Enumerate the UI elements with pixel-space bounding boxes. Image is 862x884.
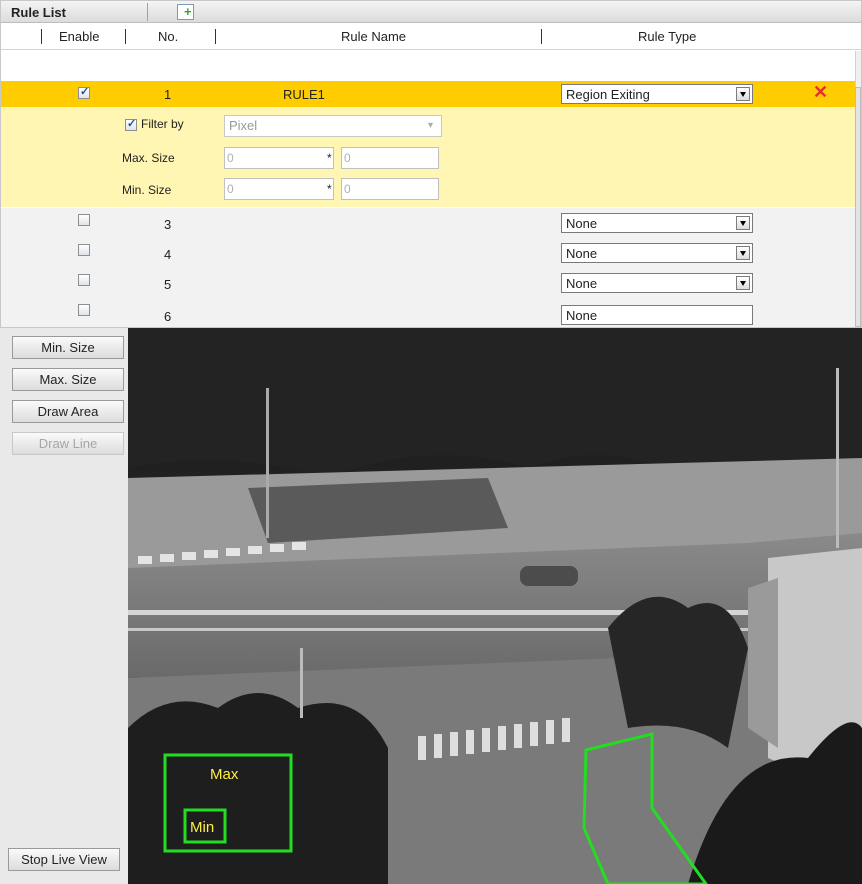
rule-type-value: None: [566, 276, 598, 291]
filter-unit-value: Pixel: [229, 118, 258, 133]
column-divider: [125, 29, 126, 44]
max-size-label: Max: [210, 766, 239, 783]
enable-checkbox[interactable]: [78, 244, 90, 256]
min-width-input[interactable]: 0: [224, 178, 334, 200]
live-video-view[interactable]: Max Min: [128, 328, 862, 884]
rule-type-value: None: [566, 216, 598, 231]
table-row[interactable]: 3 None: [1, 208, 857, 238]
chevron-down-icon[interactable]: [736, 276, 750, 290]
max-size-button[interactable]: Max. Size: [12, 368, 124, 391]
filter-settings: Filter by Pixel ▾ Max. Size 0 * 0 Min. S…: [1, 107, 857, 207]
min-height-input[interactable]: 0: [341, 178, 439, 200]
column-divider: [41, 29, 42, 44]
draw-toolbar: Min. Size Max. Size Draw Area Draw Line …: [0, 328, 128, 884]
rule-type-value: None: [566, 246, 598, 261]
column-divider: [215, 29, 216, 44]
enable-checkbox[interactable]: [78, 274, 90, 286]
panel-title: Rule List: [11, 5, 66, 20]
rule-type-select[interactable]: None: [561, 305, 753, 325]
rule-type-select[interactable]: Region Exiting: [561, 84, 753, 104]
rule-type-value: None: [566, 308, 598, 323]
tab-divider: [147, 3, 148, 21]
tab-bar: Rule List +: [1, 1, 861, 23]
chevron-down-icon[interactable]: ▾: [428, 120, 433, 131]
chevron-down-icon[interactable]: [736, 246, 750, 260]
rule-type-select[interactable]: None: [561, 243, 753, 263]
min-size-label: Min. Size: [122, 183, 172, 197]
camera-feed-image: Max Min: [128, 328, 862, 884]
draw-area-button[interactable]: Draw Area: [12, 400, 124, 423]
add-rule-icon[interactable]: +: [177, 4, 194, 20]
delete-x-icon[interactable]: ✕: [813, 82, 828, 103]
table-header: Enable No. Rule Name Rule Type: [1, 23, 861, 50]
column-rule-type: Rule Type: [638, 29, 697, 44]
rule-number: 6: [164, 309, 172, 324]
rule-type-value: Region Exiting: [566, 87, 650, 102]
rule-type-select[interactable]: None: [561, 213, 753, 233]
filter-unit-select[interactable]: Pixel ▾: [224, 115, 442, 137]
table-row[interactable]: 5 None: [1, 268, 857, 298]
draw-line-button[interactable]: Draw Line: [12, 432, 124, 455]
min-size-label: Min: [190, 819, 214, 836]
enable-checkbox[interactable]: [78, 85, 90, 99]
column-no: No.: [158, 29, 179, 44]
table-row[interactable]: 6 None: [1, 298, 857, 327]
max-height-input[interactable]: 0: [341, 147, 439, 169]
min-size-button[interactable]: Min. Size: [12, 336, 124, 359]
chevron-down-icon[interactable]: [736, 87, 750, 101]
max-size-label: Max. Size: [122, 151, 175, 165]
table-row-selected[interactable]: 1 RULE1 Region Exiting ✕: [1, 81, 857, 107]
column-divider: [541, 29, 542, 44]
rule-list-panel: Rule List + Enable No. Rule Name Rule Ty…: [0, 0, 862, 328]
rule-type-select[interactable]: None: [561, 273, 753, 293]
enable-checkbox[interactable]: [78, 214, 90, 226]
scrollbar-thumb[interactable]: [855, 87, 861, 327]
column-enable: Enable: [59, 29, 100, 44]
filter-checkbox[interactable]: [125, 117, 137, 131]
filter-label: Filter by: [141, 117, 184, 131]
rule-number: 5: [164, 277, 172, 292]
chevron-down-icon[interactable]: [736, 216, 750, 230]
rule-name[interactable]: RULE1: [283, 87, 325, 102]
scrollbar[interactable]: [855, 51, 861, 327]
rule-number: 1: [164, 87, 172, 102]
times-symbol: *: [327, 182, 332, 196]
rule-number: 3: [164, 217, 172, 232]
stop-live-view-button[interactable]: Stop Live View: [8, 848, 120, 871]
rule-number: 4: [164, 247, 172, 262]
max-width-input[interactable]: 0: [224, 147, 334, 169]
times-symbol: *: [327, 151, 332, 165]
column-rule-name: Rule Name: [341, 29, 407, 44]
table-row[interactable]: 4 None: [1, 238, 857, 268]
enable-checkbox[interactable]: [78, 304, 90, 316]
